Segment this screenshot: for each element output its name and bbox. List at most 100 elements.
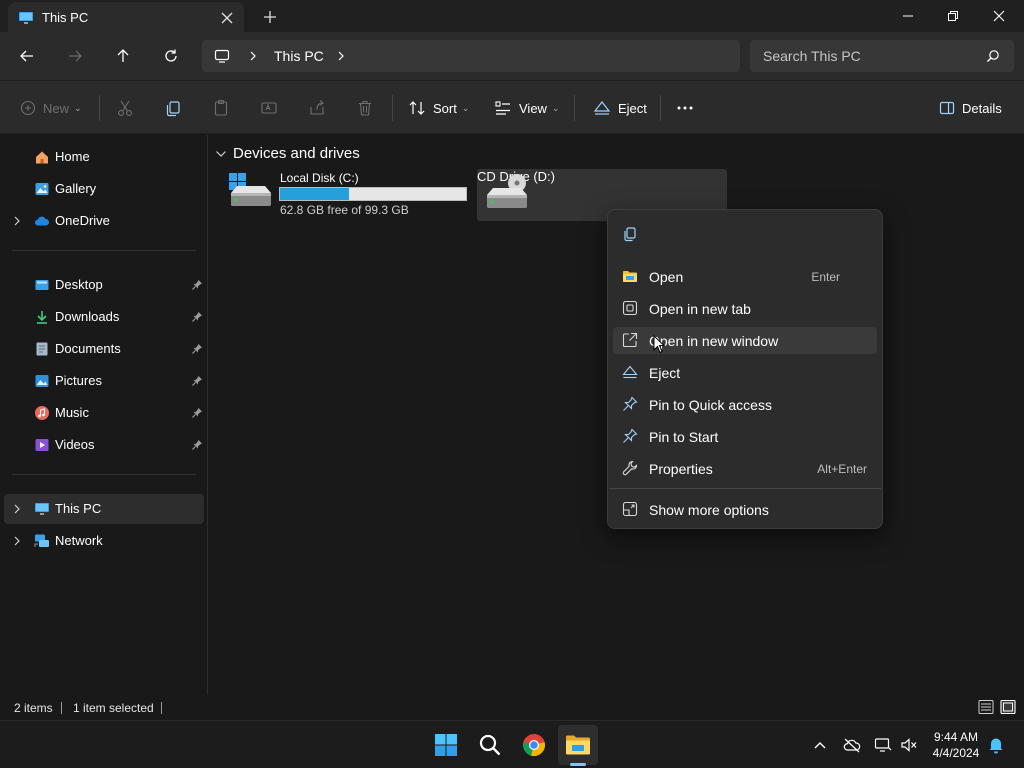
chevron-up-icon[interactable] <box>810 735 830 755</box>
divider <box>609 488 881 489</box>
folder-icon <box>622 268 638 284</box>
sidebar-item-desktop[interactable]: Desktop <box>4 270 204 300</box>
new-tab-icon[interactable] <box>260 7 280 27</box>
new-button[interactable]: New ⌄ <box>20 81 82 135</box>
pin-icon <box>622 396 638 412</box>
view-label: View <box>519 100 547 116</box>
group-header[interactable]: Devices and drives <box>215 145 360 162</box>
sidebar-item-gallery[interactable]: Gallery <box>4 174 204 204</box>
more-options-icon <box>622 501 638 517</box>
sidebar-item-videos[interactable]: Videos <box>4 430 204 460</box>
volume-muted-icon[interactable] <box>899 735 919 755</box>
pin-icon[interactable] <box>191 439 203 451</box>
drive-tile-c[interactable]: Local Disk (C:) 62.8 GB free of 99.3 GB <box>227 169 473 221</box>
chevron-right-icon[interactable] <box>336 50 346 62</box>
chevron-right-icon[interactable] <box>12 503 22 515</box>
title-bar: This PC <box>0 0 1024 32</box>
new-label: New <box>43 100 70 116</box>
refresh-icon[interactable] <box>159 44 183 68</box>
copy-icon <box>164 99 182 117</box>
chrome-button[interactable] <box>514 725 554 765</box>
tiles-view-icon[interactable] <box>1000 699 1016 715</box>
address-bar[interactable]: This PC <box>202 40 740 72</box>
menu-item-open[interactable]: Open Enter <box>613 263 877 290</box>
sidebar-item-onedrive[interactable]: OneDrive <box>4 206 204 236</box>
search-input[interactable]: Search This PC <box>763 48 861 64</box>
back-arrow-icon[interactable] <box>15 44 39 68</box>
mouse-cursor-icon <box>653 335 665 354</box>
sidebar-item-network[interactable]: Network <box>4 526 204 556</box>
search-button[interactable] <box>470 725 510 765</box>
picture-icon <box>34 373 50 389</box>
share-icon <box>308 99 326 117</box>
close-tab-icon[interactable] <box>218 9 236 27</box>
up-arrow-icon[interactable] <box>111 44 135 68</box>
scissors-icon <box>116 99 134 117</box>
sidebar-item-label: Videos <box>55 437 95 452</box>
sidebar-item-documents[interactable]: Documents <box>4 334 204 364</box>
download-arrow-icon <box>34 309 50 325</box>
menu-item-pin-quick-access[interactable]: Pin to Quick access <box>613 391 877 418</box>
breadcrumb-this-pc[interactable]: This PC <box>274 48 324 64</box>
more-button[interactable] <box>676 81 694 135</box>
restore-icon[interactable] <box>930 0 976 32</box>
chevron-right-icon[interactable] <box>12 215 22 227</box>
file-explorer-button[interactable] <box>558 725 598 765</box>
tab-this-pc[interactable]: This PC <box>8 2 244 32</box>
start-button[interactable] <box>426 725 466 765</box>
sidebar-item-this-pc[interactable]: This PC <box>4 494 204 524</box>
sidebar-item-downloads[interactable]: Downloads <box>4 302 204 332</box>
usage-bar <box>279 187 467 201</box>
sidebar-item-home[interactable]: Home <box>4 142 204 172</box>
active-app-indicator <box>570 763 586 766</box>
notification-bell-icon[interactable] <box>986 735 1006 755</box>
search-icon[interactable] <box>986 49 1000 63</box>
pin-icon[interactable] <box>191 311 203 323</box>
chevron-right-icon[interactable] <box>248 50 258 62</box>
sidebar-item-music[interactable]: Music <box>4 398 204 428</box>
pin-icon[interactable] <box>191 343 203 355</box>
sort-button[interactable]: Sort ⌄ <box>408 81 469 135</box>
document-icon <box>34 341 50 357</box>
divider <box>660 95 661 121</box>
onedrive-offline-icon[interactable] <box>842 735 862 755</box>
pin-icon[interactable] <box>191 375 203 387</box>
copy-button[interactable] <box>164 81 182 135</box>
paste-button[interactable] <box>212 81 230 135</box>
sidebar-item-label: Documents <box>55 341 121 356</box>
menu-item-open-new-tab[interactable]: Open in new tab <box>613 295 877 322</box>
forward-arrow-icon[interactable] <box>63 44 87 68</box>
rename-button[interactable] <box>260 81 278 135</box>
menu-item-label: Open in new window <box>649 333 779 349</box>
details-pane-icon <box>939 100 955 116</box>
sidebar-item-pictures[interactable]: Pictures <box>4 366 204 396</box>
chevron-down-icon[interactable] <box>215 149 227 159</box>
minimize-icon[interactable] <box>885 0 931 32</box>
search-box[interactable]: Search This PC <box>750 40 1014 72</box>
eject-icon <box>622 364 638 380</box>
chevron-right-icon[interactable] <box>12 535 22 547</box>
details-button[interactable]: Details <box>939 81 1002 135</box>
menu-item-properties[interactable]: Properties Alt+Enter <box>613 455 877 482</box>
clock[interactable]: 9:44 AM 4/4/2024 <box>928 729 984 761</box>
copy-icon[interactable] <box>622 226 638 242</box>
pin-icon[interactable] <box>191 279 203 291</box>
share-button[interactable] <box>308 81 326 135</box>
pin-icon[interactable] <box>191 407 203 419</box>
menu-item-pin-start[interactable]: Pin to Start <box>613 423 877 450</box>
details-view-icon[interactable] <box>978 699 994 715</box>
close-window-icon[interactable] <box>976 0 1022 32</box>
cut-button[interactable] <box>116 81 134 135</box>
delete-button[interactable] <box>356 81 374 135</box>
eject-button[interactable]: Eject <box>593 81 647 135</box>
menu-item-eject[interactable]: Eject <box>613 359 877 386</box>
pin-icon <box>622 428 638 444</box>
eject-icon <box>593 99 611 117</box>
network-monitor-icon[interactable] <box>873 735 893 755</box>
menu-item-show-more-options[interactable]: Show more options <box>613 496 877 523</box>
drive-free-space: 62.8 GB free of 99.3 GB <box>280 203 409 217</box>
clipboard-icon <box>212 99 230 117</box>
view-button[interactable]: View ⌄ <box>494 81 560 135</box>
sidebar-item-label: Network <box>55 533 103 548</box>
usage-bar-fill <box>280 188 349 200</box>
